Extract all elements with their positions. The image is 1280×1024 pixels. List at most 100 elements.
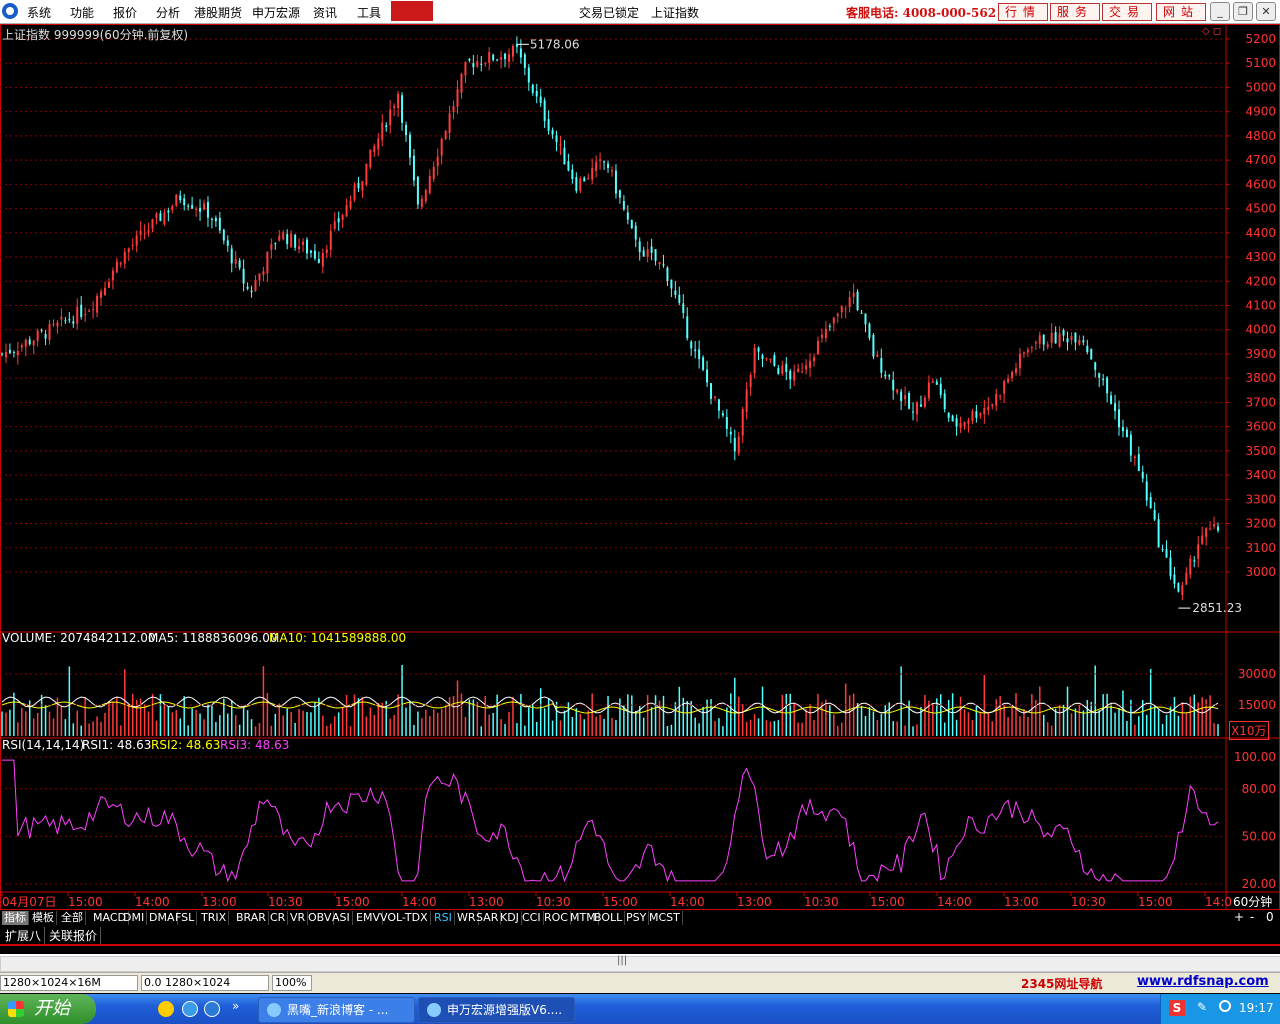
candle-body [274, 243, 277, 245]
network-icon[interactable] [1219, 1000, 1231, 1012]
candle-body [547, 119, 550, 131]
indicator-tab-fsl[interactable]: FSL [173, 911, 198, 925]
task-sina-blog[interactable]: 黑嘴_新浪博客 - ... [258, 997, 415, 1023]
zoom-out-button[interactable]: - [1250, 910, 1254, 924]
quicklaunch-icon-1[interactable] [158, 1001, 174, 1017]
indicator-tab-指标[interactable]: 指标 [2, 911, 29, 925]
menu-info[interactable]: 资讯 [313, 4, 337, 21]
indicator-tab-boll[interactable]: BOLL [592, 911, 626, 925]
volume-tick-label: 15000 [1238, 698, 1276, 712]
zoom-in-button[interactable]: + [1234, 910, 1244, 924]
candle-body [1133, 456, 1136, 459]
candle-body [959, 422, 962, 429]
candle-body [824, 328, 827, 339]
menu-hk-futures[interactable]: 港股期货 [194, 4, 242, 21]
indicator-tab-psy[interactable]: PSY [624, 911, 650, 925]
price-tick-label: 4200 [1245, 274, 1276, 288]
indicator-tab-trix[interactable]: TRIX [199, 911, 230, 925]
candle-body [967, 420, 970, 424]
candle-body [912, 411, 915, 413]
menu-function[interactable]: 功能 [70, 4, 94, 21]
candle-body [1003, 381, 1006, 394]
candle-body [721, 413, 724, 416]
service-button[interactable]: 服务 [1050, 3, 1100, 21]
candle-body [500, 57, 503, 60]
candle-body [868, 323, 871, 338]
site-link[interactable]: www.rdfsnap.com [1137, 974, 1269, 989]
candle-body [836, 314, 839, 316]
trade-lock-status[interactable]: 交易已锁定 [579, 4, 639, 21]
rsi-tick-label: 20.00 [1242, 877, 1276, 891]
candle-body [539, 96, 542, 103]
candle-body [603, 161, 606, 163]
indicator-tab-cr[interactable]: CR [268, 911, 289, 925]
time-tick-label: 14:0 [1205, 895, 1232, 909]
period-label[interactable]: 60分钟 [1233, 893, 1272, 910]
market-button[interactable]: 行情 [998, 3, 1048, 21]
trade-button[interactable]: 交易 [1102, 3, 1152, 21]
menu-swhy[interactable]: 申万宏源 [252, 4, 300, 21]
candle-body [313, 250, 316, 259]
chart-corner-icons[interactable]: ◇ ◻ [1202, 26, 1221, 37]
indicator-tab-全部[interactable]: 全部 [59, 911, 86, 925]
close-icon[interactable]: ✕ [1256, 2, 1276, 21]
trade-indicator-box[interactable] [391, 1, 433, 21]
indicator-tab-brar[interactable]: BRAR [234, 911, 269, 925]
candle-body [1058, 333, 1061, 347]
indicator-tab-dmi[interactable]: DMI [121, 911, 148, 925]
candle-body [1110, 395, 1113, 404]
rsi1-label: RSI1: 48.63 [82, 738, 152, 752]
pen-icon[interactable]: ✎ [1197, 1000, 1207, 1014]
candle-body [654, 249, 657, 261]
candle-body [428, 176, 431, 194]
candle-body [1117, 409, 1120, 428]
candle-body [1046, 344, 1049, 348]
candle-body [559, 144, 562, 146]
quicklaunch-icon-3[interactable] [204, 1001, 220, 1017]
tab-related-quotes[interactable]: 关联报价 [46, 927, 102, 944]
reset-button[interactable]: 0 [1266, 910, 1274, 924]
candle-body [452, 106, 455, 113]
indicator-tab-vol-tdx[interactable]: VOL-TDX [378, 911, 431, 925]
candle-body [979, 413, 982, 416]
restore-icon[interactable]: ❐ [1233, 2, 1253, 21]
candle-body [72, 321, 75, 324]
candle-body [373, 145, 376, 153]
task-swhy-app[interactable]: 申万宏源增强版V6.... [418, 997, 575, 1023]
nav-link[interactable]: 2345网址导航 [1021, 975, 1102, 992]
indicator-tab-mcst[interactable]: MCST [647, 911, 683, 925]
sogou-icon[interactable]: S [1169, 1000, 1185, 1016]
candle-body [464, 62, 467, 76]
quicklaunch-icon-2[interactable] [182, 1001, 198, 1017]
candle-body [690, 341, 693, 349]
tab-extended-8[interactable]: 扩展八 [2, 927, 46, 944]
start-button[interactable]: 开始 [0, 994, 96, 1024]
website-button[interactable]: 网站 [1156, 3, 1206, 21]
current-index-name: 上证指数 [651, 6, 700, 20]
price-tick-label: 3600 [1245, 420, 1276, 434]
indicator-tab-roc[interactable]: ROC [542, 911, 571, 925]
indicator-tab-rsi[interactable]: RSI [432, 911, 455, 925]
minimize-icon[interactable]: _ [1210, 2, 1230, 21]
menu-tools[interactable]: 工具 [357, 4, 381, 21]
candle-body [1209, 528, 1212, 530]
indicator-tab-模板[interactable]: 模板 [30, 911, 57, 925]
scroll-grip-icon[interactable]: ||| [617, 955, 627, 966]
indicator-tab-asi[interactable]: ASI [330, 911, 353, 925]
chart-area[interactable]: 5200 5100 5000 4900 4800 4700 4600 4500 4400 4300… [0, 24, 1280, 910]
indicator-tab-kdj[interactable]: KDJ [498, 911, 522, 925]
candle-body [591, 168, 594, 180]
candle-body [436, 156, 439, 167]
candle-body [1038, 335, 1041, 344]
horizontal-scrollbar[interactable]: ||| [0, 955, 1280, 972]
menu-system[interactable]: 系统 [27, 4, 51, 21]
time-tick-label: 15:00 [1138, 895, 1173, 909]
menu-analysis[interactable]: 分析 [156, 4, 180, 21]
candle-body [357, 183, 360, 189]
candle-body [222, 229, 225, 241]
candle-body [36, 330, 39, 341]
quicklaunch-more-icon[interactable]: » [232, 999, 239, 1013]
indicator-tab-cci[interactable]: CCI [520, 911, 544, 925]
kline-chart-svg[interactable]: 5200 5100 5000 4900 4800 4700 4600 4500 4400 4300… [0, 24, 1280, 910]
menu-quote[interactable]: 报价 [113, 4, 137, 21]
